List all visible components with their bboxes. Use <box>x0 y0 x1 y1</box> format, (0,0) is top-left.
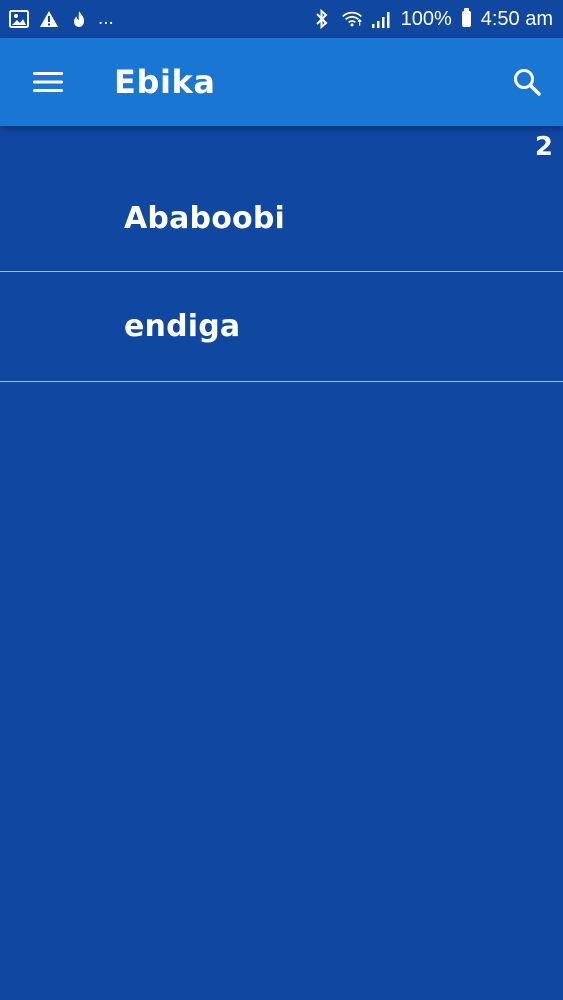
wifi-icon <box>341 8 363 30</box>
status-time: 4:50 am <box>480 7 553 30</box>
app-bar: Ebika <box>0 38 563 126</box>
word-list-screen: 2 Ababoobi endiga <box>0 126 563 1000</box>
status-bar-left: ... <box>8 8 114 30</box>
signal-icon <box>371 8 393 30</box>
warning-icon <box>38 8 60 30</box>
status-bar: ... 100% 4:50 am <box>0 0 563 38</box>
flame-icon <box>68 8 90 30</box>
app-title: Ebika <box>114 63 216 101</box>
status-overflow: ... <box>98 8 114 29</box>
battery-percent: 100% <box>400 7 452 30</box>
battery-icon <box>461 8 471 27</box>
image-icon <box>8 8 30 30</box>
status-bar-right: 100% 4:50 am <box>311 8 553 31</box>
list-item-ababoobi[interactable]: Ababoobi <box>0 162 563 272</box>
bluetooth-icon <box>311 8 333 30</box>
word-list: Ababoobi endiga <box>0 162 563 382</box>
menu-icon[interactable] <box>28 62 68 102</box>
search-icon[interactable] <box>507 62 547 102</box>
list-item-endiga[interactable]: endiga <box>0 272 563 382</box>
result-count: 2 <box>534 132 553 162</box>
